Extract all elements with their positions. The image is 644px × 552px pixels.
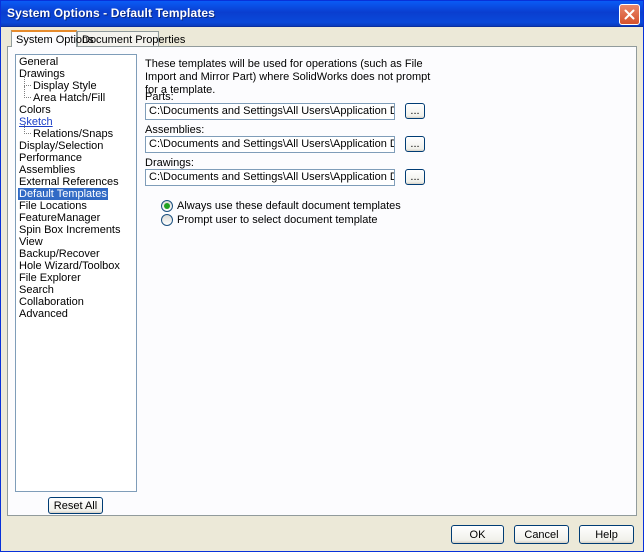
tab-system-options[interactable]: System Options bbox=[11, 30, 94, 47]
tree-item-featuremanager[interactable]: FeatureManager bbox=[18, 212, 101, 224]
radio-label: Prompt user to select document template bbox=[177, 214, 378, 226]
tree-item-assemblies[interactable]: Assemblies bbox=[18, 164, 76, 176]
cancel-button[interactable]: Cancel bbox=[514, 525, 569, 544]
tree-item-view[interactable]: View bbox=[18, 236, 44, 248]
parts-template-field[interactable]: C:\Documents and Settings\All Users\Appl… bbox=[145, 103, 395, 120]
tree-item-default-templates[interactable]: Default Templates bbox=[18, 188, 108, 200]
radio-checked[interactable] bbox=[161, 200, 173, 212]
drawings-browse-button[interactable]: ... bbox=[405, 169, 425, 185]
assemblies-browse-button[interactable]: ... bbox=[405, 136, 425, 152]
options-tree[interactable]: General Drawings Display Style Area Hatc… bbox=[15, 54, 137, 492]
tree-item-file-locations[interactable]: File Locations bbox=[18, 200, 88, 212]
tree-item-external-references[interactable]: External References bbox=[18, 176, 120, 188]
templates-description: These templates will be used for operati… bbox=[145, 58, 431, 96]
tree-connector bbox=[24, 77, 31, 86]
radio-always-use-defaults[interactable]: Always use these default document templa… bbox=[161, 200, 401, 212]
tree-item-display-selection[interactable]: Display/Selection bbox=[18, 140, 104, 152]
tree-item-spin-box-increments[interactable]: Spin Box Increments bbox=[18, 224, 122, 236]
tab-panel: General Drawings Display Style Area Hatc… bbox=[7, 46, 637, 516]
tree-connector bbox=[24, 86, 31, 98]
tree-item-advanced[interactable]: Advanced bbox=[18, 308, 69, 320]
radio-unchecked[interactable] bbox=[161, 214, 173, 226]
parts-browse-button[interactable]: ... bbox=[405, 103, 425, 119]
tree-connector bbox=[24, 125, 31, 134]
tree-item-area-hatch-fill[interactable]: Area Hatch/Fill bbox=[32, 92, 106, 104]
tree-item-search[interactable]: Search bbox=[18, 284, 55, 296]
tree-item-file-explorer[interactable]: File Explorer bbox=[18, 272, 82, 284]
radio-prompt-user[interactable]: Prompt user to select document template bbox=[161, 214, 378, 226]
tree-item-hole-wizard-toolbox[interactable]: Hole Wizard/Toolbox bbox=[18, 260, 121, 272]
drawings-label: Drawings: bbox=[145, 157, 194, 169]
tree-item-colors[interactable]: Colors bbox=[18, 104, 52, 116]
radio-label: Always use these default document templa… bbox=[177, 200, 401, 212]
close-button[interactable] bbox=[619, 4, 640, 25]
reset-all-button[interactable]: Reset All bbox=[48, 497, 103, 514]
tree-item-performance[interactable]: Performance bbox=[18, 152, 83, 164]
tree-item-collaboration[interactable]: Collaboration bbox=[18, 296, 85, 308]
default-templates-pane: These templates will be used for operati… bbox=[143, 53, 633, 503]
radio-dot bbox=[164, 203, 170, 209]
help-button[interactable]: Help bbox=[579, 525, 634, 544]
tree-item-display-style[interactable]: Display Style bbox=[32, 80, 98, 92]
drawings-template-field[interactable]: C:\Documents and Settings\All Users\Appl… bbox=[145, 169, 395, 186]
system-options-window: System Options - Default Templates Syste… bbox=[0, 0, 644, 552]
title-bar[interactable]: System Options - Default Templates bbox=[1, 1, 643, 27]
window-title: System Options - Default Templates bbox=[7, 6, 215, 20]
assemblies-label: Assemblies: bbox=[145, 124, 205, 136]
tree-item-relations-snaps[interactable]: Relations/Snaps bbox=[32, 128, 114, 140]
assemblies-template-field[interactable]: C:\Documents and Settings\All Users\Appl… bbox=[145, 136, 395, 153]
tree-item-general[interactable]: General bbox=[18, 56, 59, 68]
parts-label: Parts: bbox=[145, 91, 174, 103]
ok-button[interactable]: OK bbox=[451, 525, 504, 544]
close-icon bbox=[624, 9, 635, 20]
tree-item-backup-recover[interactable]: Backup/Recover bbox=[18, 248, 101, 260]
